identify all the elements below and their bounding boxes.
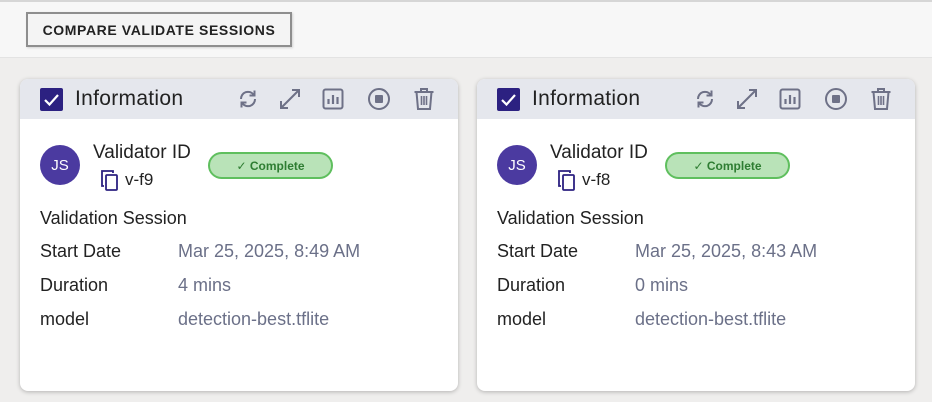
select-checkbox[interactable] xyxy=(40,88,63,111)
chart-icon xyxy=(322,88,344,110)
check-icon xyxy=(501,94,516,107)
expand-icon xyxy=(280,89,300,109)
duration-label: Duration xyxy=(497,275,566,295)
model-label: model xyxy=(40,309,90,329)
avatar: JS xyxy=(497,145,537,185)
model-value: detection-best.tflite xyxy=(635,309,787,329)
copy-button[interactable] xyxy=(100,169,120,191)
duration-value: 4 mins xyxy=(178,275,232,295)
chart-button[interactable] xyxy=(777,86,803,112)
chart-icon xyxy=(779,88,801,110)
select-checkbox[interactable] xyxy=(497,88,520,111)
stop-button[interactable] xyxy=(823,86,849,112)
session-card: Information xyxy=(20,79,458,391)
expand-icon xyxy=(737,89,757,109)
validator-id-value: v-f8 xyxy=(582,170,611,189)
stop-icon xyxy=(825,88,847,110)
delete-button[interactable] xyxy=(868,86,894,112)
chart-button[interactable] xyxy=(320,86,346,112)
duration-label: Duration xyxy=(40,275,109,295)
stop-button[interactable] xyxy=(366,86,392,112)
section-title: Validation Session xyxy=(40,208,187,228)
card-header: Information xyxy=(20,79,458,119)
copy-icon xyxy=(558,170,575,191)
copy-icon xyxy=(101,170,118,191)
validator-id-label: Validator ID xyxy=(550,142,648,163)
status-badge: ✓ Complete xyxy=(665,152,790,179)
start-date-label: Start Date xyxy=(497,241,579,261)
validator-id-label: Validator ID xyxy=(93,142,191,163)
avatar: JS xyxy=(40,145,80,185)
stop-icon xyxy=(368,88,390,110)
expand-button[interactable] xyxy=(734,86,760,112)
refresh-button[interactable] xyxy=(235,86,261,112)
duration-value: 0 mins xyxy=(635,275,689,295)
check-icon xyxy=(44,94,59,107)
trash-icon xyxy=(414,88,434,110)
session-card: Information xyxy=(477,79,915,391)
card-title: Information xyxy=(532,87,641,110)
copy-button[interactable] xyxy=(557,169,577,191)
top-toolbar: COMPARE VALIDATE SESSIONS xyxy=(0,0,932,58)
model-value: detection-best.tflite xyxy=(178,309,330,329)
start-date-value: Mar 25, 2025, 8:49 AM xyxy=(178,241,361,261)
trash-icon xyxy=(871,88,891,110)
status-badge: ✓ Complete xyxy=(208,152,333,179)
start-date-label: Start Date xyxy=(40,241,122,261)
refresh-button[interactable] xyxy=(692,86,718,112)
refresh-icon xyxy=(696,90,714,108)
validator-id-value: v-f9 xyxy=(125,170,154,189)
start-date-value: Mar 25, 2025, 8:43 AM xyxy=(635,241,818,261)
expand-button[interactable] xyxy=(277,86,303,112)
delete-button[interactable] xyxy=(411,86,437,112)
refresh-icon xyxy=(239,90,257,108)
card-header: Information xyxy=(477,79,915,119)
model-label: model xyxy=(497,309,547,329)
compare-validate-sessions-button[interactable]: COMPARE VALIDATE SESSIONS xyxy=(26,12,292,47)
section-title: Validation Session xyxy=(497,208,644,228)
card-title: Information xyxy=(75,87,184,110)
